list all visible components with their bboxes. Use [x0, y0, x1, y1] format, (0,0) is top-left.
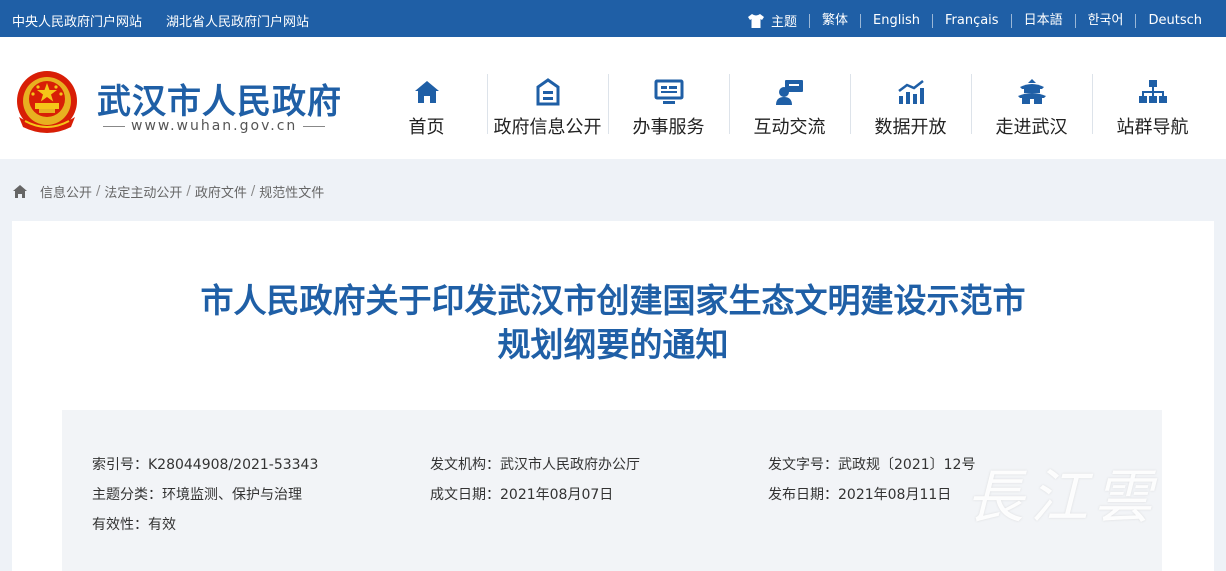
meta-label: 发文字号：	[768, 457, 838, 473]
document-icon	[536, 78, 559, 106]
monitor-icon	[654, 79, 683, 104]
meta-value: 有效	[148, 517, 176, 533]
nav-item-services[interactable]: 办事服务	[608, 74, 729, 138]
lang-french[interactable]: Français	[931, 13, 1011, 28]
nav-item-home[interactable]: 首页	[366, 74, 487, 138]
breadcrumb-separator: /	[186, 184, 191, 199]
meta-label: 发布日期：	[768, 487, 838, 503]
meta-index-no: 索引号：K28044908/2021-53343	[92, 454, 318, 474]
link-hubei-gov[interactable]: 湖北省人民政府门户网站	[166, 11, 309, 30]
meta-value: 2021年08月07日	[500, 487, 614, 503]
nav-label-home: 首页	[408, 117, 445, 138]
changjiang-cloud-watermark: 長江雲	[966, 463, 1159, 531]
meta-label: 发文机构：	[430, 457, 500, 473]
pavilion-icon	[1017, 79, 1046, 104]
lang-korean[interactable]: 한국어	[1074, 13, 1136, 28]
site-title[interactable]: 武汉市人民政府	[97, 74, 342, 123]
article-title-line: 规划纲要的通知	[497, 325, 729, 364]
meta-published-date: 发布日期：2021年08月11日	[768, 484, 951, 504]
breadcrumb-item[interactable]: 法定主动公开	[104, 182, 182, 201]
url-dash-left	[103, 125, 125, 127]
lang-german[interactable]: Deutsch	[1135, 13, 1214, 28]
nav-item-gov-info[interactable]: 政府信息公开	[487, 74, 608, 138]
national-emblem-icon[interactable]	[11, 67, 83, 139]
breadcrumb-separator: /	[96, 184, 101, 199]
breadcrumb-item[interactable]: 规范性文件	[259, 182, 324, 201]
article-title: 市人民政府关于印发武汉市创建国家生态文明建设示范市 规划纲要的通知	[12, 279, 1214, 367]
meta-created-date: 成文日期：2021年08月07日	[430, 484, 613, 504]
nav-label-about-wuhan: 走进武汉	[995, 117, 1068, 138]
site-url-text: www.wuhan.gov.cn	[131, 118, 298, 134]
link-central-gov[interactable]: 中央人民政府门户网站	[12, 11, 142, 30]
meta-value: K28044908/2021-53343	[148, 457, 319, 473]
theme-switch[interactable]: 主题	[747, 11, 809, 30]
lang-japanese[interactable]: 日本語	[1010, 13, 1075, 28]
lang-english[interactable]: English	[860, 13, 932, 28]
meta-issuer: 发文机构：武汉市人民政府办公厅	[430, 454, 640, 474]
nav-label-open-data: 数据开放	[874, 117, 947, 138]
top-bar: 中央人民政府门户网站 湖北省人民政府门户网站 主题 繁体 English Fra…	[0, 0, 1226, 37]
meta-doc-no: 发文字号：武政规〔2021〕12号	[768, 454, 975, 474]
meta-value: 武政规〔2021〕12号	[838, 457, 976, 473]
meta-label: 成文日期：	[430, 487, 500, 503]
meta-value: 武汉市人民政府办公厅	[500, 457, 640, 473]
nav-label-services: 办事服务	[632, 117, 705, 138]
nav-item-interaction[interactable]: 互动交流	[729, 74, 850, 138]
nav-label-interaction: 互动交流	[753, 117, 826, 138]
meta-label: 索引号：	[92, 457, 148, 473]
top-links: 中央人民政府门户网站 湖北省人民政府门户网站	[12, 11, 309, 30]
sitemap-icon	[1138, 80, 1167, 103]
breadcrumb: 信息公开 / 法定主动公开 / 政府文件 / 规范性文件	[12, 182, 324, 201]
chat-icon	[775, 80, 803, 105]
chart-icon	[897, 80, 924, 104]
nav-item-open-data[interactable]: 数据开放	[850, 74, 971, 138]
meta-value: 环境监测、保护与治理	[162, 487, 302, 503]
theme-label: 主题	[771, 15, 798, 30]
breadcrumb-item[interactable]: 信息公开	[40, 182, 92, 201]
breadcrumb-separator: /	[250, 184, 256, 199]
home-icon[interactable]	[12, 184, 28, 199]
meta-label: 主题分类：	[92, 487, 162, 503]
meta-value: 2021年08月11日	[838, 487, 952, 503]
url-dash-right	[303, 125, 326, 127]
home-icon	[414, 81, 439, 103]
nav-label-site-group: 站群导航	[1116, 117, 1189, 138]
nav-label-gov-info: 政府信息公开	[493, 117, 602, 138]
site-header: 武汉市人民政府 www.wuhan.gov.cn 首页 政府信息公开 办事服务 …	[0, 37, 1226, 159]
meta-topic: 主题分类：环境监测、保护与治理	[92, 484, 302, 504]
main-nav: 首页 政府信息公开 办事服务 互动交流 数据开放 走进武汉 站群导航	[366, 74, 1213, 138]
meta-validity: 有效性：有效	[92, 514, 176, 534]
lang-traditional[interactable]: 繁体	[809, 13, 860, 28]
nav-item-site-group[interactable]: 站群导航	[1092, 74, 1213, 138]
nav-item-about-wuhan[interactable]: 走进武汉	[971, 74, 1092, 138]
shirt-icon	[748, 13, 764, 28]
breadcrumb-item[interactable]: 政府文件	[195, 182, 247, 201]
article-title-line: 市人民政府关于印发武汉市创建国家生态文明建设示范市	[200, 281, 1026, 320]
meta-label: 有效性：	[92, 517, 148, 533]
site-url: www.wuhan.gov.cn	[103, 118, 326, 134]
language-bar: 主题 繁体 English Français 日本語 한국어 Deutsch	[747, 11, 1214, 30]
